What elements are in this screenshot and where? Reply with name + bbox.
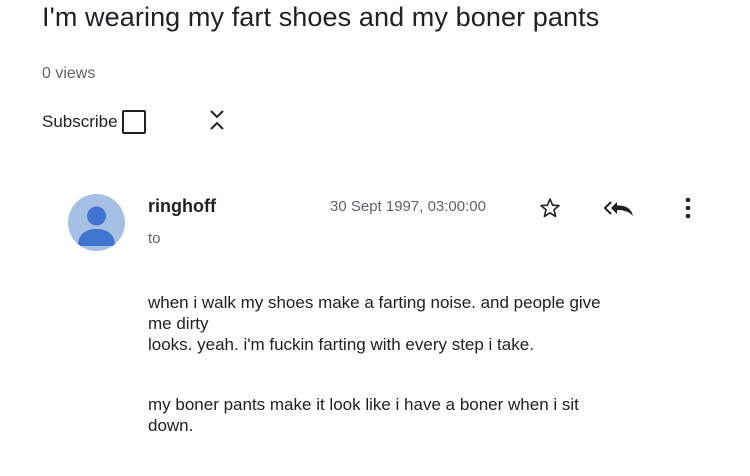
email-subject: I'm wearing my fart shoes and my boner p… <box>42 2 600 32</box>
recipient-label: to <box>148 230 161 247</box>
subscribe-toggle[interactable]: Subscribe <box>42 110 146 134</box>
body-line: down. <box>148 416 194 435</box>
reply-all-icon <box>603 201 633 216</box>
body-line: me dirty <box>148 314 209 333</box>
message-date: 30 Sept 1997, 03:00:00 <box>330 198 486 215</box>
view-count: 0 views <box>42 65 96 82</box>
body-paragraph: when i walk my shoes make a farting nois… <box>148 292 688 355</box>
body-line: my boner pants make it look like i have … <box>148 395 579 414</box>
reply-all-button[interactable] <box>602 196 636 220</box>
star-button[interactable] <box>538 196 562 220</box>
sender-name[interactable]: ringhoff <box>148 196 216 217</box>
message-body: when i walk my shoes make a farting nois… <box>148 292 688 475</box>
person-avatar-icon <box>78 206 115 246</box>
star-icon <box>540 198 560 218</box>
more-options-button[interactable] <box>676 194 700 222</box>
subscribe-label: Subscribe <box>42 112 118 131</box>
subscribe-checkbox[interactable] <box>121 110 146 134</box>
unfold-icon <box>210 110 224 130</box>
body-line: when i walk my shoes make a farting nois… <box>148 293 601 312</box>
body-paragraph: my boner pants make it look like i have … <box>148 394 688 436</box>
more-vert-icon <box>685 197 691 219</box>
body-line: looks. yeah. i'm fuckin farting with eve… <box>148 335 534 354</box>
expand-collapse-button[interactable] <box>205 106 229 134</box>
avatar[interactable] <box>68 194 125 251</box>
